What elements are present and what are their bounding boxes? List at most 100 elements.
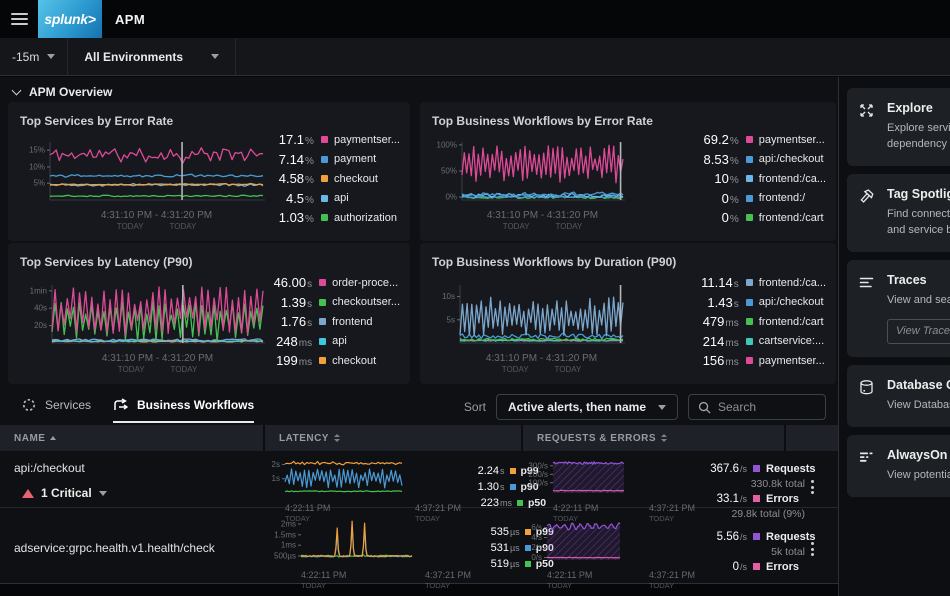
legend-swatch xyxy=(319,338,326,345)
legend-row: 46.00sorder-proce... xyxy=(256,273,400,293)
error-rate-chart: 0%50%100% xyxy=(434,139,626,203)
filter-toolbar: -15m All Environments xyxy=(0,38,950,76)
legend-service-link[interactable]: checkoutser... xyxy=(332,296,400,308)
tab-business-workflows[interactable]: Business Workflows xyxy=(113,398,254,423)
latency-sparkline: 500µs1ms1.5ms2ms xyxy=(265,517,415,563)
legend-swatch xyxy=(746,357,753,364)
chart-block: 5s10s 4:31:10 PM - 4:31:20 PM TODAY TODA… xyxy=(434,282,626,374)
search-box[interactable] xyxy=(688,394,826,420)
legend-workflow-link[interactable]: api:/checkout xyxy=(759,153,824,165)
legend-row: 479msfrontend:/cart xyxy=(683,312,826,332)
requests-sparkline: 100/s200/s300/s xyxy=(523,456,627,496)
legend-service-link[interactable]: checkout xyxy=(334,173,378,185)
search-input[interactable] xyxy=(718,400,808,414)
card-alwayson-profiling[interactable]: AlwaysOn Profiling View potential perfor… xyxy=(847,435,950,497)
legend-swatch xyxy=(746,338,753,345)
card-title: Tag Spotlight xyxy=(887,187,950,201)
column-header-requests-errors[interactable]: REQUESTS & ERRORS xyxy=(523,425,786,451)
x-axis-label: 4:31:10 PM - 4:31:20 PM xyxy=(52,353,263,364)
legend-service-link[interactable]: authorization xyxy=(334,212,397,224)
alert-expander[interactable]: 1 Critical xyxy=(22,486,265,500)
card-tag-spotlight[interactable]: Tag Spotlight Find connections between t… xyxy=(847,174,950,252)
overview-title: APM Overview xyxy=(29,85,112,99)
legend-workflow-link[interactable]: frontend:/ xyxy=(759,192,805,204)
card-database-query-performance[interactable]: Database Query Performance View Database… xyxy=(847,365,950,427)
svg-text:4/s: 4/s xyxy=(531,533,542,542)
chevron-down-icon xyxy=(211,54,219,59)
chart-block: 0%50%100% 4:31:10 PM - 4:31:20 PM TODAY … xyxy=(434,139,626,231)
kebab-menu-icon[interactable] xyxy=(811,480,814,494)
hamburger-menu-icon[interactable] xyxy=(0,0,38,38)
workflow-name-link[interactable]: adservice:grpc.health.v1.health/check xyxy=(14,541,265,555)
card-explore[interactable]: Explore Explore service dependency maps xyxy=(847,88,950,166)
legend-swatch xyxy=(510,468,516,474)
legend-workflow-link[interactable]: cartservice:... xyxy=(759,335,824,347)
duration-chart: 5s10s xyxy=(434,282,626,346)
svg-text:1ms: 1ms xyxy=(281,541,296,550)
legend-service-link[interactable]: api xyxy=(332,335,347,347)
card-description: Find connections between tags and servic… xyxy=(887,207,950,239)
column-header-latency[interactable]: LATENCY xyxy=(265,425,523,451)
legend-swatch xyxy=(321,156,328,163)
legend-workflow-link[interactable]: frontend:/ca... xyxy=(759,173,826,185)
legend-service-link[interactable]: checkout xyxy=(332,355,376,367)
kebab-menu-icon[interactable] xyxy=(811,542,814,556)
search-icon xyxy=(698,401,711,414)
legend-row: 7.14%payment xyxy=(258,150,400,170)
tag-spotlight-icon xyxy=(858,188,875,205)
column-header-name[interactable]: NAME xyxy=(0,425,265,451)
apm-overview-header[interactable]: APM Overview xyxy=(13,85,112,99)
card-description: Explore service dependency maps xyxy=(887,121,950,153)
svg-text:100/s: 100/s xyxy=(528,478,548,487)
legend-service-link[interactable]: paymentser... xyxy=(334,134,400,146)
requests-errors-cell: 0/s2/s4/s6/s 4:22:11 PMTODAY 4:37:21 PMT… xyxy=(523,508,786,591)
legend-workflow-link[interactable]: frontend:/cart xyxy=(759,316,824,328)
tab-services[interactable]: Services xyxy=(22,398,91,423)
legend-workflow-link[interactable]: frontend:/cart xyxy=(759,212,824,224)
related-content-sidebar: Explore Explore service dependency maps … xyxy=(838,77,950,596)
chart-legend: 11.14sfrontend:/ca... 1.43sapi:/checkout… xyxy=(683,273,826,371)
trace-id-input[interactable] xyxy=(887,319,950,344)
splunk-logo[interactable]: splunk> xyxy=(38,0,102,38)
legend-service-link[interactable]: frontend xyxy=(332,316,372,328)
latency-chart: 20s40s1min xyxy=(16,282,266,346)
services-icon xyxy=(22,398,36,412)
legend-row: 8.53%api:/checkout xyxy=(683,150,826,170)
requests-sparkline-block: 0/s2/s4/s6/s 4:22:11 PMTODAY 4:37:21 PMT… xyxy=(523,517,695,591)
legend-service-link[interactable]: order-proce... xyxy=(332,277,398,289)
panel-title: Top Business Workflows by Error Rate xyxy=(432,114,653,128)
legend-swatch xyxy=(746,136,753,143)
legend-row: 1.43sapi:/checkout xyxy=(683,293,826,313)
table-header: NAME LATENCY REQUESTS & ERRORS xyxy=(0,425,838,451)
legend-workflow-link[interactable]: frontend:/ca... xyxy=(759,277,826,289)
legend-row: 248msapi xyxy=(256,332,400,352)
svg-text:5s: 5s xyxy=(447,315,455,324)
legend-row: 69.2%paymentser... xyxy=(683,130,826,150)
panel-title: Top Services by Latency (P90) xyxy=(20,255,193,269)
legend-row: 4.5%api xyxy=(258,189,400,209)
legend-workflow-link[interactable]: paymentser... xyxy=(759,134,825,146)
panel-top-workflows-error-rate: Top Business Workflows by Error Rate 0%5… xyxy=(420,102,836,241)
workflow-name-link[interactable]: api:/checkout xyxy=(14,461,265,475)
legend-workflow-link[interactable]: api:/checkout xyxy=(759,296,824,308)
legend-service-link[interactable]: payment xyxy=(334,153,376,165)
legend-swatch xyxy=(746,214,753,221)
sort-dropdown[interactable]: Active alerts, then name xyxy=(496,394,678,420)
chevron-down-icon xyxy=(47,54,55,59)
legend-swatch xyxy=(746,156,753,163)
latency-cell: 500µs1ms1.5ms2ms 4:22:11 PMTODAY 4:37:21… xyxy=(265,508,523,591)
svg-text:0%: 0% xyxy=(445,193,457,202)
time-range-picker[interactable]: -15m xyxy=(0,38,68,75)
card-traces[interactable]: Traces View and search traces xyxy=(847,260,950,357)
x-axis-sublabel: TODAY TODAY xyxy=(460,365,623,374)
legend-workflow-link[interactable]: paymentser... xyxy=(759,355,825,367)
table-controls: Sort Active alerts, then name xyxy=(464,394,826,420)
collapse-chevron-icon[interactable] xyxy=(12,86,22,96)
legend-row: 0%frontend:/ xyxy=(683,189,826,209)
card-title: Traces xyxy=(887,273,950,287)
requests-sparkline: 0/s2/s4/s6/s xyxy=(523,517,623,563)
legend-service-link[interactable]: api xyxy=(334,192,349,204)
environment-picker[interactable]: All Environments xyxy=(68,38,236,75)
svg-text:2s: 2s xyxy=(272,460,280,469)
svg-text:100%: 100% xyxy=(437,140,457,149)
